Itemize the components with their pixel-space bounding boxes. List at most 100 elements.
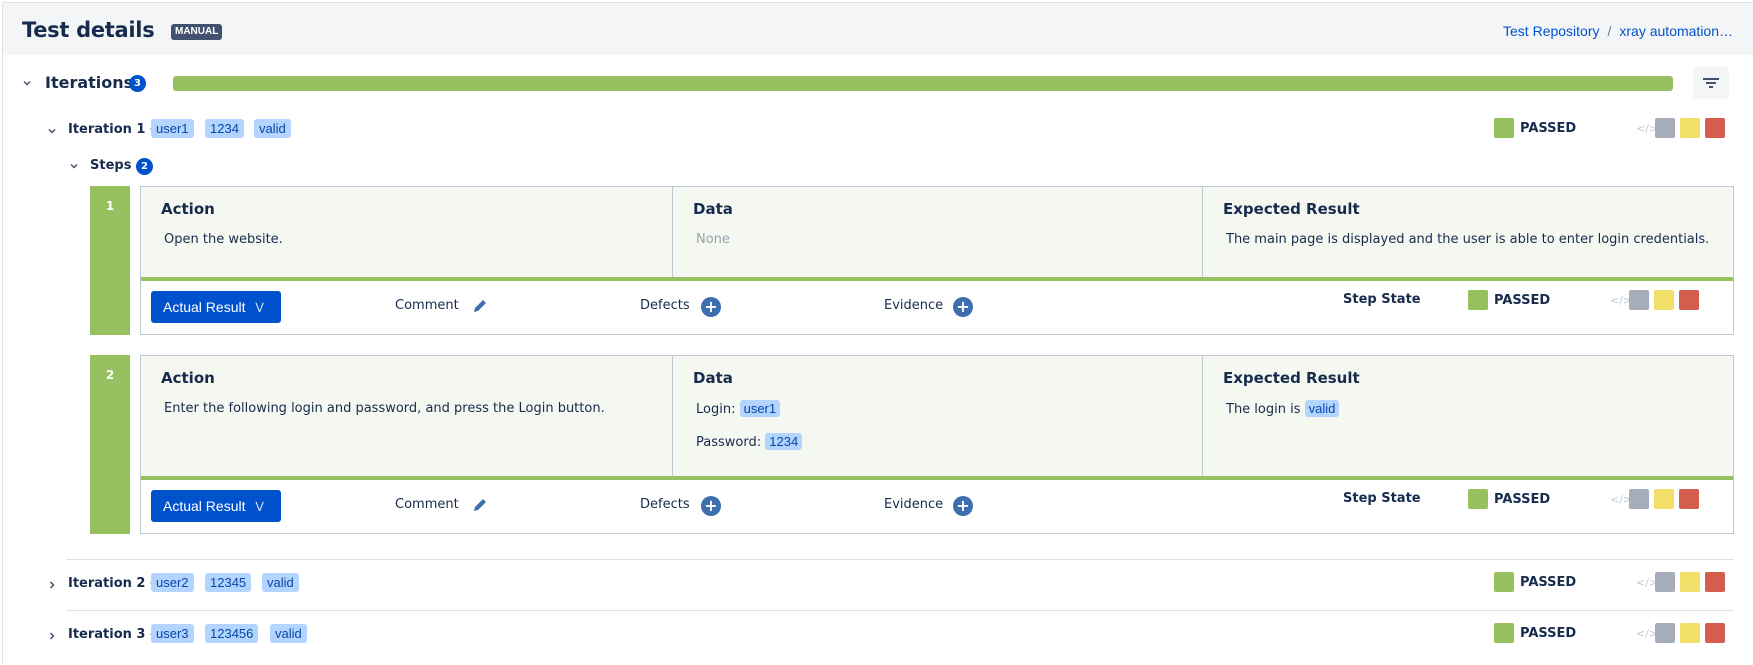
expected-prefix: The login is — [1226, 402, 1301, 417]
filter-icon — [1703, 78, 1719, 88]
data-password-line: Password: 1234 — [693, 433, 1182, 452]
progress-fill-passed — [173, 76, 1673, 91]
actual-result-label: Actual Result — [163, 299, 246, 315]
step-state-label: Step State — [1343, 292, 1421, 307]
status-failed-button[interactable] — [1679, 489, 1699, 509]
breadcrumb-folder[interactable]: xray automation… — [1619, 23, 1733, 39]
iteration-param: valid — [262, 573, 299, 592]
status-executing-button[interactable] — [1680, 572, 1700, 592]
iterations-progress-bar — [173, 76, 1673, 91]
chevron-double-down-icon: ⋁ — [255, 301, 264, 313]
iteration-param: 123456 — [205, 624, 259, 643]
iteration-2-chevron-right-icon[interactable] — [45, 578, 59, 592]
add-evidence-plus-icon[interactable]: + — [953, 297, 973, 317]
password-label: Password: — [696, 435, 762, 450]
comment-label: Comment — [395, 497, 459, 512]
status-todo-button[interactable] — [1629, 290, 1649, 310]
expected-text: The main page is displayed and the user … — [1226, 232, 1710, 247]
code-icon[interactable]: </> — [1636, 122, 1658, 135]
login-param: user1 — [739, 400, 781, 417]
iteration-param: valid — [254, 119, 291, 138]
status-executing-button[interactable] — [1654, 489, 1674, 509]
code-icon[interactable]: </> — [1636, 627, 1658, 640]
breadcrumb-test-repository[interactable]: Test Repository — [1503, 23, 1599, 39]
step-data-column: Data None — [673, 187, 1203, 277]
steps-chevron-down-icon[interactable] — [67, 159, 81, 173]
iteration-3-quick-status: </> — [1636, 623, 1725, 643]
step-card: Action Open the website. Data None Expec… — [140, 186, 1734, 335]
action-text: Open the website. — [164, 232, 283, 247]
breadcrumb-separator: / — [1607, 23, 1612, 39]
code-icon[interactable]: </> — [1610, 294, 1632, 307]
step-execution-bar: Actual Result ⋁ Comment Defects + Eviden… — [141, 480, 1733, 530]
iteration-param: user2 — [151, 573, 194, 592]
code-icon[interactable]: </> — [1636, 576, 1658, 589]
iteration-3-status-indicator — [1494, 623, 1514, 643]
code-icon[interactable]: </> — [1610, 493, 1632, 506]
step-number: 1 — [90, 186, 130, 335]
pencil-icon[interactable] — [471, 496, 489, 514]
step-expected-column: Expected Result The main page is display… — [1203, 187, 1733, 277]
breadcrumb: Test Repository / xray automation… — [1503, 23, 1733, 39]
status-todo-button[interactable] — [1655, 623, 1675, 643]
login-label: Login: — [696, 402, 736, 417]
status-todo-button[interactable] — [1655, 118, 1675, 138]
status-executing-button[interactable] — [1654, 290, 1674, 310]
status-executing-button[interactable] — [1680, 118, 1700, 138]
iteration-3-title[interactable]: Iteration 3 - — [68, 627, 155, 642]
actual-result-button[interactable]: Actual Result ⋁ — [151, 490, 281, 522]
chevron-double-down-icon: ⋁ — [255, 500, 264, 512]
evidence-label: Evidence — [884, 298, 944, 313]
step-number: 2 — [90, 355, 130, 534]
iteration-3-chevron-right-icon[interactable] — [45, 629, 59, 643]
iteration-param: valid — [270, 624, 307, 643]
iteration-1-title[interactable]: Iteration 1 - — [68, 122, 155, 137]
add-evidence-plus-icon[interactable]: + — [953, 496, 973, 516]
iteration-1-chevron-down-icon[interactable] — [45, 124, 59, 138]
expected-heading: Expected Result — [1223, 369, 1360, 387]
iteration-divider — [66, 559, 1734, 560]
status-todo-button[interactable] — [1629, 489, 1649, 509]
iteration-2-title[interactable]: Iteration 2 - — [68, 576, 155, 591]
step-state-label: Step State — [1343, 491, 1421, 506]
iterations-label: Iterations — [45, 73, 134, 92]
status-failed-button[interactable] — [1705, 623, 1725, 643]
step-data-column: Data Login: user1 Password: 1234 — [673, 356, 1203, 476]
filter-button[interactable] — [1693, 67, 1729, 99]
step-status: PASSED — [1494, 293, 1551, 308]
add-defect-plus-icon[interactable]: + — [701, 496, 721, 516]
iteration-1-quick-status: </> — [1636, 118, 1725, 138]
add-defect-plus-icon[interactable]: + — [701, 297, 721, 317]
iteration-divider — [66, 610, 1734, 611]
chevron-down-icon[interactable] — [20, 76, 34, 90]
page-header: Test details MANUAL Test Repository / xray… — [3, 3, 1753, 55]
iteration-param: user1 — [151, 119, 194, 138]
status-todo-button[interactable] — [1655, 572, 1675, 592]
status-failed-button[interactable] — [1705, 118, 1725, 138]
step-action-column: Action Open the website. — [141, 187, 673, 277]
steps-label: Steps — [90, 158, 132, 173]
status-failed-button[interactable] — [1679, 290, 1699, 310]
step-status-indicator — [1468, 290, 1488, 310]
step-quick-status: </> — [1610, 290, 1699, 310]
expected-heading: Expected Result — [1223, 200, 1360, 218]
iteration-1-status: PASSED — [1520, 121, 1577, 136]
step-status-indicator — [1468, 489, 1488, 509]
data-text: None — [696, 232, 730, 247]
comment-label: Comment — [395, 298, 459, 313]
evidence-label: Evidence — [884, 497, 944, 512]
actual-result-button[interactable]: Actual Result ⋁ — [151, 291, 281, 323]
steps-count-badge: 2 — [136, 158, 153, 175]
iteration-1-status-indicator — [1494, 118, 1514, 138]
data-heading: Data — [693, 369, 733, 387]
pencil-icon[interactable] — [471, 297, 489, 315]
action-text: Enter the following login and password, … — [164, 401, 605, 416]
step-expected-column: Expected Result The login is valid — [1203, 356, 1733, 476]
step-status: PASSED — [1494, 492, 1551, 507]
password-param: 1234 — [765, 433, 803, 450]
step-action-column: Action Enter the following login and pas… — [141, 356, 673, 476]
iteration-param: 12345 — [205, 573, 252, 592]
iterations-count-badge: 3 — [129, 75, 146, 92]
status-failed-button[interactable] — [1705, 572, 1725, 592]
status-executing-button[interactable] — [1680, 623, 1700, 643]
